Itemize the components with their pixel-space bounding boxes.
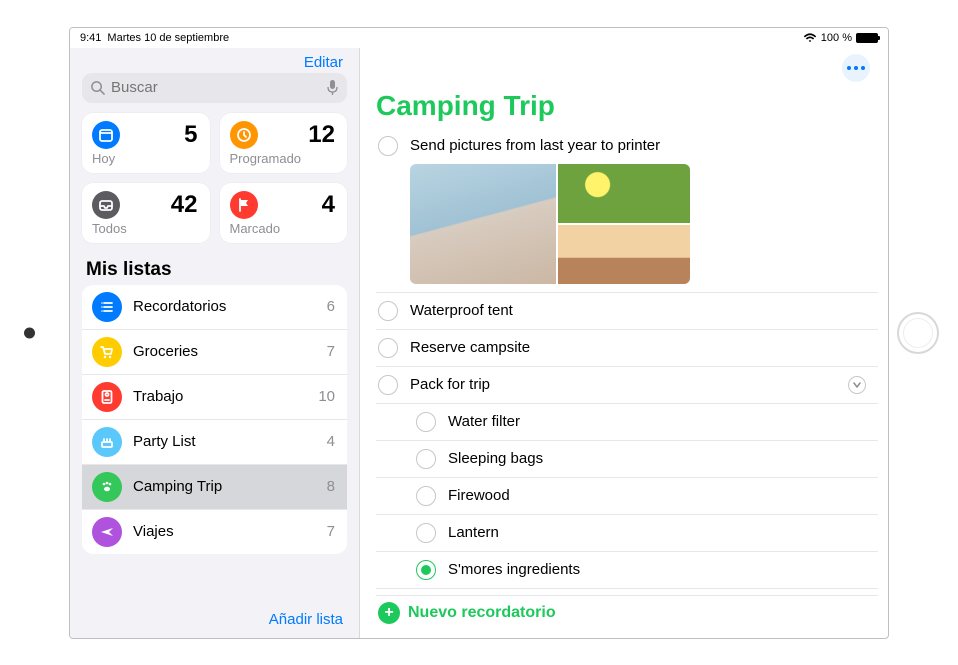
main-panel: Camping Trip Send pictures from last yea… (360, 48, 888, 638)
reminder-item[interactable]: S'mores ingredients (376, 552, 878, 589)
list-count: 4 (327, 433, 335, 450)
reminder-item[interactable]: Reserve campsite (376, 330, 878, 367)
reminder-text: Reserve campsite (410, 339, 530, 356)
battery-icon (856, 33, 878, 43)
list-row[interactable]: Party List 4 (82, 420, 347, 465)
summary-count: 42 (171, 193, 198, 217)
plus-icon: + (378, 602, 400, 624)
summary-card-all[interactable]: 42 Todos (82, 183, 210, 243)
device-camera (24, 327, 35, 338)
summary-label: Marcado (230, 221, 336, 236)
reminder-item[interactable]: Send pictures from last year to printer (376, 128, 878, 164)
reminder-checkbox[interactable] (416, 412, 436, 432)
reminder-item[interactable]: Firewood (376, 478, 878, 515)
list-row[interactable]: Camping Trip 8 (82, 465, 347, 510)
reminder-item[interactable]: Lantern (376, 515, 878, 552)
list-count: 10 (318, 388, 335, 405)
list-row[interactable]: Groceries 7 (82, 330, 347, 375)
reminder-checkbox[interactable] (378, 301, 398, 321)
attachment-thumbnail[interactable] (558, 225, 690, 284)
add-list-button[interactable]: Añadir lista (269, 611, 343, 628)
attachment-thumbnail[interactable] (410, 164, 556, 284)
cake-icon (92, 427, 122, 457)
reminder-checkbox[interactable] (416, 523, 436, 543)
list-row[interactable]: Trabajo 10 (82, 375, 347, 420)
wifi-icon (803, 33, 817, 43)
reminder-text: Pack for trip (410, 376, 490, 393)
reminder-text: Send pictures from last year to printer (410, 137, 660, 154)
sidebar: Editar 5 Hoy 12 Programado 42 Todos 4 Marcado M… (70, 48, 360, 638)
reminder-text: Lantern (448, 524, 499, 541)
reminder-text: Water filter (448, 413, 520, 430)
attachment-thumbnail[interactable] (558, 164, 690, 223)
expand-subtasks-button[interactable] (848, 376, 866, 394)
search-icon (90, 80, 105, 95)
list-row[interactable]: Viajes 7 (82, 510, 347, 554)
summary-card-scheduled[interactable]: 12 Programado (220, 113, 348, 173)
reminder-item[interactable]: Water filter (376, 404, 878, 441)
reminder-text: Waterproof tent (410, 302, 513, 319)
reminder-text: S'mores ingredients (448, 561, 580, 578)
ellipsis-icon (847, 66, 865, 70)
inbox-icon (92, 191, 120, 219)
edit-button[interactable]: Editar (304, 54, 343, 71)
reminder-item[interactable]: Pack for trip (376, 367, 878, 404)
reminder-attachments[interactable] (410, 164, 690, 284)
reminder-item[interactable]: Bug spray (376, 589, 878, 591)
summary-label: Programado (230, 151, 336, 166)
list-count: 7 (327, 523, 335, 540)
more-options-button[interactable] (842, 54, 870, 82)
reminder-checkbox[interactable] (378, 375, 398, 395)
search-field[interactable] (82, 73, 347, 103)
reminder-text: Sleeping bags (448, 450, 543, 467)
plane-icon (92, 517, 122, 547)
list-name: Trabajo (133, 388, 183, 405)
doc-icon (92, 382, 122, 412)
cart-icon (92, 337, 122, 367)
list-name: Camping Trip (133, 478, 222, 495)
summary-card-flagged[interactable]: 4 Marcado (220, 183, 348, 243)
summary-card-today[interactable]: 5 Hoy (82, 113, 210, 173)
reminder-checkbox[interactable] (416, 449, 436, 469)
status-date: Martes 10 de septiembre (107, 32, 229, 44)
reminder-checkbox[interactable] (416, 560, 436, 580)
flag-icon (230, 191, 258, 219)
status-bar: 9:41 Martes 10 de septiembre 100 % (70, 28, 888, 48)
summary-label: Todos (92, 221, 198, 236)
reminder-text: Firewood (448, 487, 510, 504)
chevron-down-icon (852, 380, 862, 390)
list-name: Groceries (133, 343, 198, 360)
summary-count: 5 (184, 123, 197, 147)
reminder-item[interactable]: Sleeping bags (376, 441, 878, 478)
summary-count: 12 (308, 123, 335, 147)
new-reminder-button[interactable]: + Nuevo recordatorio (376, 595, 878, 630)
reminder-checkbox[interactable] (378, 338, 398, 358)
status-time: 9:41 (80, 32, 101, 44)
summary-count: 4 (322, 193, 335, 217)
battery-percent: 100 % (821, 32, 852, 44)
summary-label: Hoy (92, 151, 198, 166)
reminder-checkbox[interactable] (416, 486, 436, 506)
list-row[interactable]: Recordatorios 6 (82, 285, 347, 330)
list-count: 8 (327, 478, 335, 495)
list-count: 6 (327, 298, 335, 315)
paw-icon (92, 472, 122, 502)
home-button[interactable] (897, 312, 939, 354)
search-input[interactable] (111, 79, 320, 96)
my-lists-heading: Mis listas (86, 259, 343, 281)
list-name: Recordatorios (133, 298, 226, 315)
reminder-checkbox[interactable] (378, 136, 398, 156)
list-name: Party List (133, 433, 196, 450)
calendar-icon (92, 121, 120, 149)
clock-icon (230, 121, 258, 149)
new-reminder-label: Nuevo recordatorio (408, 604, 556, 622)
mic-icon[interactable] (326, 79, 339, 97)
list-title: Camping Trip (376, 90, 878, 122)
list-name: Viajes (133, 523, 174, 540)
reminder-item[interactable]: Waterproof tent (376, 293, 878, 330)
list-count: 7 (327, 343, 335, 360)
list-icon (92, 292, 122, 322)
